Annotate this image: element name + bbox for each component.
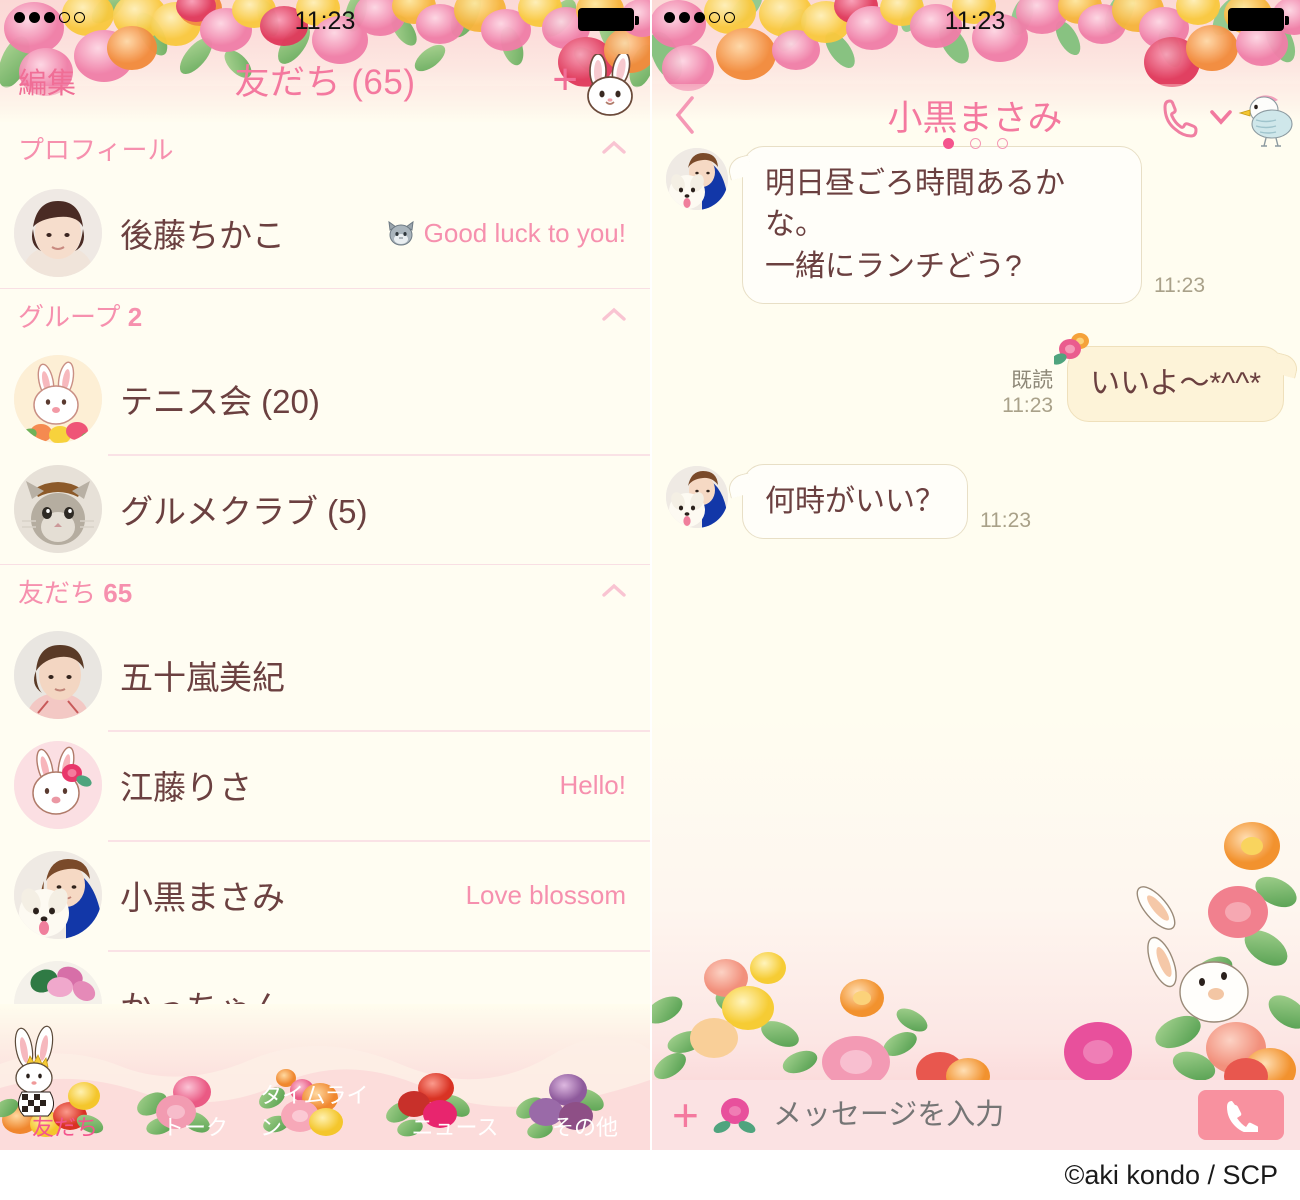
friends-screen: 11:23 編集 友だち (65) + プロフィール 後藤ちかこ Good lu…	[0, 0, 650, 1150]
message-line: 明日昼ごろ時間あるかな。	[765, 167, 1065, 242]
chevron-up-icon[interactable]	[602, 140, 626, 154]
message-input[interactable]	[772, 1098, 1198, 1132]
tab-more[interactable]: その他	[520, 1004, 650, 1150]
message-bubble[interactable]: いいよ〜*^^*	[1051, 333, 1284, 422]
list-item-status: Good luck to you!	[386, 218, 626, 249]
avatar	[14, 741, 102, 829]
panel-divider	[650, 0, 652, 1150]
section-label: グループ 2	[18, 297, 142, 334]
section-title: グループ	[18, 302, 121, 332]
message-line: 一緒にランチどう?	[765, 249, 1022, 283]
message-row-outgoing: 既読 11:23 いいよ〜*^^*	[650, 333, 1300, 422]
message-bubble[interactable]: 何時がいい？	[742, 463, 968, 539]
tab-news[interactable]: ニュース	[390, 1004, 520, 1150]
chevron-up-icon[interactable]	[602, 583, 626, 597]
phone-handset-filled-icon	[1227, 1101, 1258, 1132]
avatar	[14, 851, 102, 939]
tab-label: タイムライン	[260, 1083, 369, 1140]
friends-nav-bar: 編集 友だち (65) +	[0, 42, 650, 116]
tab-label: 友だち	[31, 1115, 98, 1140]
chat-screen: 11:23 小黒まさみ 明日昼ごろ時間あるかな。 一緒にランチどう? 11:23…	[650, 0, 1300, 1150]
section-count: 65	[103, 578, 133, 608]
tab-label: その他	[551, 1115, 618, 1140]
message-timestamp: 11:23	[1154, 274, 1205, 298]
list-item[interactable]: グルメクラブ (5)	[0, 454, 650, 564]
list-item-name: 後藤ちかこ	[120, 217, 285, 254]
add-friend-button[interactable]: +	[552, 58, 578, 102]
message-row-incoming: 明日昼ごろ時間あるかな。 一緒にランチどう? 11:23	[650, 146, 1300, 305]
section-title: プロフィール	[18, 135, 174, 165]
screenshot-root: 11:23 編集 友だち (65) + プロフィール 後藤ちかこ Good lu…	[0, 0, 1300, 1200]
phone-handset-icon[interactable]	[1160, 96, 1204, 138]
avatar	[14, 631, 102, 719]
section-header-friends[interactable]: 友だち 65	[0, 564, 650, 620]
chat-messages-area[interactable]: 明日昼ごろ時間あるかな。 一緒にランチどう? 11:23 既読 11:23 いい…	[650, 122, 1300, 1080]
read-label: 既読	[1011, 368, 1054, 392]
section-label: 友だち 65	[18, 573, 132, 610]
list-item-name: テニス会 (20)	[120, 383, 320, 420]
message-timestamp: 11:23	[980, 508, 1031, 532]
tab-talk[interactable]: トーク	[130, 1004, 260, 1150]
avatar	[14, 465, 102, 553]
status-bar-clock: 11:23	[294, 7, 356, 35]
copyright-credit: ©aki kondo / SCP	[0, 1150, 1300, 1200]
bunny-face-icon	[578, 51, 644, 116]
section-header-groups[interactable]: グループ 2	[0, 288, 650, 344]
rose-sticker-icon[interactable]	[713, 1093, 757, 1137]
list-item[interactable]: 五十嵐美紀	[0, 620, 650, 730]
call-button[interactable]	[1198, 1090, 1284, 1140]
message-row-incoming: 何時がいい？ 11:23	[650, 463, 1300, 539]
chevron-up-icon[interactable]	[602, 307, 626, 321]
list-item[interactable]: 小黒まさみ Love blossom	[0, 840, 650, 950]
status-bar-clock: 11:23	[944, 7, 1006, 35]
section-header-profile[interactable]: プロフィール	[0, 122, 650, 178]
status-bar: 11:23	[0, 0, 650, 38]
chat-floral-decoration	[650, 780, 1300, 1080]
list-item[interactable]: 後藤ちかこ Good luck to you!	[0, 178, 650, 288]
tab-buttons[interactable]: 友だち トーク タイムライン ニュース その他	[0, 1004, 650, 1150]
bottom-tab-bar: 友だち トーク タイムライン ニュース その他	[0, 1004, 650, 1150]
page-indicator-dots[interactable]	[650, 138, 1300, 149]
status-bar: 11:23	[650, 0, 1300, 38]
list-item-name: 小黒まさみ	[120, 879, 285, 916]
list-item[interactable]: テニス会 (20)	[0, 344, 650, 454]
section-title: 友だち	[18, 578, 97, 608]
section-count: 2	[127, 302, 143, 332]
chat-nav-bar: 小黒まさみ	[650, 42, 1300, 149]
battery-icon	[578, 8, 639, 31]
battery-icon	[1228, 8, 1289, 31]
message-bubble[interactable]: 明日昼ごろ時間あるかな。 一緒にランチどう?	[742, 146, 1142, 305]
tab-friends[interactable]: 友だち	[0, 1004, 130, 1150]
cat-face-icon	[386, 220, 416, 246]
avatar	[14, 355, 102, 443]
read-receipt: 既読 11:23	[1002, 364, 1053, 418]
section-label: プロフィール	[18, 130, 173, 167]
chevron-down-icon[interactable]	[1208, 104, 1234, 130]
rose-sticker-icon	[1051, 331, 1094, 369]
tab-label: ニュース	[411, 1115, 499, 1140]
list-item-status: Hello!	[559, 769, 626, 800]
plus-icon[interactable]: +	[672, 1092, 699, 1138]
tab-timeline[interactable]: タイムライン	[260, 1004, 390, 1150]
list-item-name: グルメクラブ (5)	[120, 493, 368, 530]
list-item-name: 江藤りさ	[120, 769, 252, 806]
message-line: いいよ〜*^^*	[1090, 367, 1261, 401]
friends-list[interactable]: プロフィール 後藤ちかこ Good luck to you! グループ 2 テニ…	[0, 122, 650, 1150]
message-line: 何時がいい？	[765, 484, 945, 518]
message-input-bar: +	[650, 1080, 1300, 1150]
list-item[interactable]: 江藤りさ Hello!	[0, 730, 650, 840]
list-item-name: 五十嵐美紀	[120, 659, 285, 696]
avatar[interactable]	[666, 465, 728, 528]
avatar	[14, 189, 102, 277]
avatar[interactable]	[666, 148, 728, 210]
tab-label: トーク	[161, 1115, 228, 1140]
list-item-status: Love blossom	[465, 879, 626, 910]
status-message-text: Good luck to you!	[423, 217, 626, 248]
message-timestamp: 11:23	[1002, 393, 1054, 417]
